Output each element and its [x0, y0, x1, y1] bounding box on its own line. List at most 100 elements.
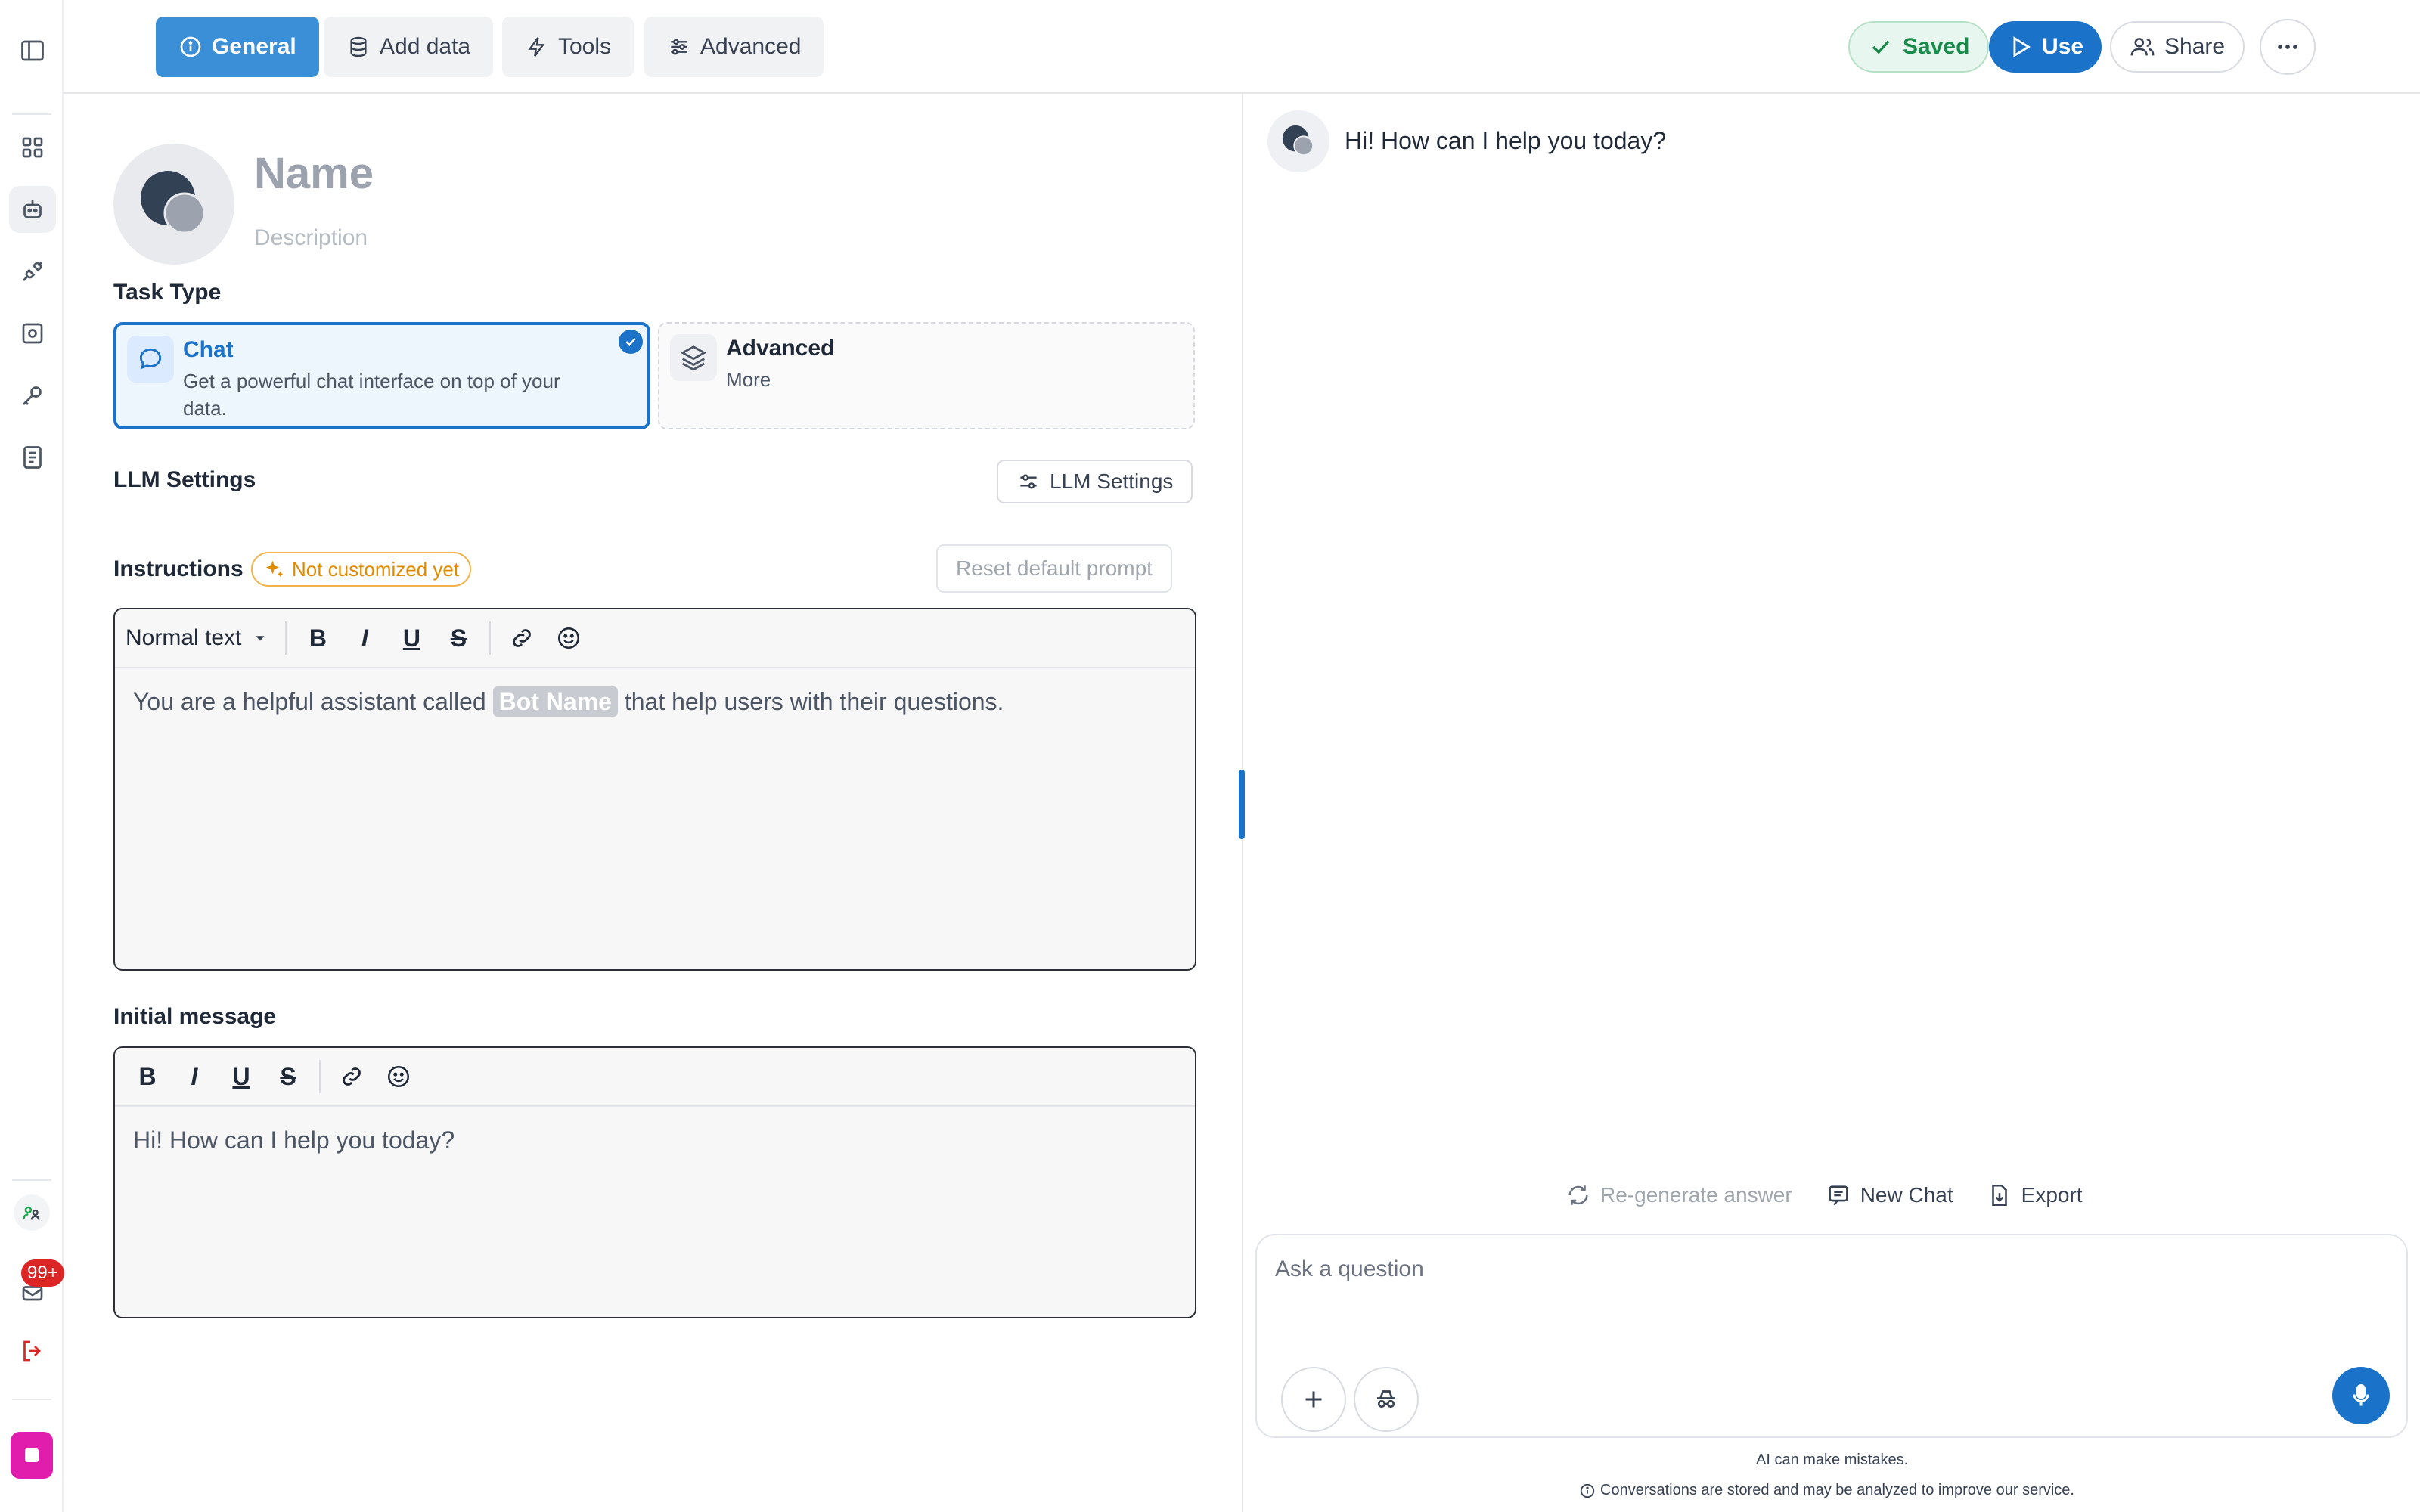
logout-icon[interactable]	[9, 1328, 56, 1374]
llm-settings-button[interactable]: LLM Settings	[997, 460, 1193, 503]
emoji-icon[interactable]	[377, 1055, 420, 1098]
bold-icon[interactable]: B	[126, 1055, 169, 1098]
task-type-chat-card[interactable]: Chat Get a powerful chat interface on to…	[113, 322, 650, 429]
chat-input-placeholder[interactable]: Ask a question	[1275, 1256, 1424, 1282]
initial-message-heading: Initial message	[113, 1004, 277, 1029]
chat-bubble-icon	[127, 336, 174, 383]
share-label: Share	[2164, 34, 2226, 59]
bot-avatar[interactable]	[113, 144, 234, 265]
underline-icon[interactable]: U	[389, 616, 433, 660]
tab-advanced[interactable]: Advanced	[644, 17, 824, 77]
reset-default-prompt-button[interactable]: Reset default prompt	[936, 544, 1172, 593]
refresh-icon	[1568, 1185, 1588, 1205]
key-icon[interactable]	[9, 372, 56, 419]
italic-icon[interactable]: I	[343, 616, 386, 660]
export-button[interactable]: Export	[1987, 1182, 2083, 1208]
plug-icon[interactable]	[9, 248, 56, 295]
top-bar: General Add data Tools Advanced Saved Us…	[64, 0, 2420, 94]
saved-label: Saved	[1903, 34, 1970, 59]
strikethrough-icon[interactable]: S	[436, 616, 480, 660]
llm-settings-label: LLM Settings	[1050, 469, 1174, 493]
chat-bot-avatar	[1267, 110, 1329, 172]
instructions-editor[interactable]: Normal text B I U S You are a helpful as…	[113, 608, 1196, 971]
chat-actions: Re-generate answer New Chat Export	[1565, 1182, 2083, 1208]
not-customized-badge: Not customized yet	[251, 552, 472, 587]
initial-message-text[interactable]: Hi! How can I help you today?	[115, 1107, 1195, 1173]
bot-icon[interactable]	[9, 186, 56, 233]
export-label: Export	[2021, 1183, 2083, 1207]
ai-disclaimer: AI can make mistakes.	[1756, 1452, 1909, 1468]
notification-badge: 99+	[21, 1259, 64, 1287]
share-button[interactable]: Share	[2110, 21, 2245, 73]
layers-icon	[670, 334, 717, 381]
sidebar-toggle-icon[interactable]	[9, 27, 56, 74]
new-chat-button[interactable]: New Chat	[1826, 1182, 1953, 1208]
card-title: Chat	[183, 337, 234, 362]
toolbar-divider	[489, 621, 492, 655]
tab-label: General	[212, 34, 296, 59]
text-format-select[interactable]: Normal text	[126, 625, 276, 651]
play-icon	[2013, 36, 2031, 57]
add-attachment-button[interactable]	[1281, 1367, 1346, 1432]
left-rail: 99+	[0, 0, 64, 1512]
strikethrough-icon[interactable]: S	[266, 1055, 310, 1098]
bot-name-variable-chip[interactable]: Bot Name	[492, 686, 618, 717]
llm-settings-heading: LLM Settings	[113, 467, 256, 492]
instructions-text[interactable]: You are a helpful assistant called Bot N…	[115, 668, 1195, 735]
underline-icon[interactable]: U	[219, 1055, 263, 1098]
sparkle-icon	[265, 560, 284, 577]
check-icon	[1872, 40, 1890, 54]
link-icon[interactable]	[500, 616, 544, 660]
badge-label: Not customized yet	[292, 557, 460, 581]
card-description: Get a powerful chat interface on top of …	[183, 370, 560, 420]
regenerate-answer-button[interactable]: Re-generate answer	[1565, 1182, 1792, 1208]
info-icon	[1580, 1483, 1595, 1498]
rail-divider	[12, 1179, 51, 1181]
tab-general[interactable]: General	[156, 17, 319, 77]
task-type-advanced-card[interactable]: Advanced More	[658, 322, 1195, 429]
voice-input-button[interactable]	[2332, 1367, 2390, 1424]
bot-name-field[interactable]: Name	[254, 148, 374, 199]
message-square-icon	[1829, 1185, 1848, 1206]
plus-icon	[1305, 1391, 1322, 1408]
toolbar-divider	[285, 621, 287, 655]
caret-down-icon	[256, 636, 265, 641]
editor-panel: Name Description Task Type Chat Get a po…	[64, 94, 1243, 1512]
toolbar-divider	[319, 1060, 321, 1093]
chat-input-box[interactable]: Ask a question	[1255, 1234, 2408, 1438]
tab-label: Tools	[558, 34, 612, 59]
chat-greeting-message: Hi! How can I help you today?	[1345, 127, 1667, 154]
scan-icon[interactable]	[9, 310, 56, 357]
resize-handle[interactable]	[1239, 770, 1245, 839]
more-options-button[interactable]	[2260, 19, 2316, 75]
dashboard-icon[interactable]	[9, 124, 56, 171]
link-icon[interactable]	[330, 1055, 374, 1098]
info-icon	[180, 36, 201, 57]
users-icon	[2130, 38, 2155, 56]
app-logo-icon[interactable]	[11, 1432, 53, 1479]
microphone-icon	[2353, 1384, 2369, 1406]
italic-icon[interactable]: I	[172, 1055, 216, 1098]
database-icon	[350, 36, 367, 57]
team-avatar-icon[interactable]	[14, 1194, 50, 1231]
more-horizontal-icon	[2278, 45, 2297, 49]
document-icon[interactable]	[9, 434, 56, 481]
incognito-button[interactable]	[1354, 1367, 1419, 1432]
bot-description-field[interactable]: Description	[254, 225, 368, 251]
rail-divider	[12, 113, 51, 115]
initial-message-editor[interactable]: B I U S Hi! How can I help you today?	[113, 1046, 1196, 1318]
reset-label: Reset default prompt	[956, 556, 1153, 580]
use-button[interactable]: Use	[1989, 21, 2102, 73]
tab-label: Advanced	[700, 34, 802, 59]
editor-toolbar: Normal text B I U S	[115, 609, 1195, 668]
emoji-icon[interactable]	[547, 616, 591, 660]
bolt-icon	[528, 37, 545, 57]
bold-icon[interactable]: B	[296, 616, 340, 660]
tab-label: Add data	[380, 34, 471, 59]
regenerate-label: Re-generate answer	[1600, 1183, 1792, 1207]
sliders-icon	[1020, 474, 1037, 489]
tab-add-data[interactable]: Add data	[324, 17, 494, 77]
new-chat-label: New Chat	[1860, 1183, 1953, 1207]
instructions-text-end: that help users with their questions.	[617, 688, 1004, 715]
tab-tools[interactable]: Tools	[502, 17, 634, 77]
